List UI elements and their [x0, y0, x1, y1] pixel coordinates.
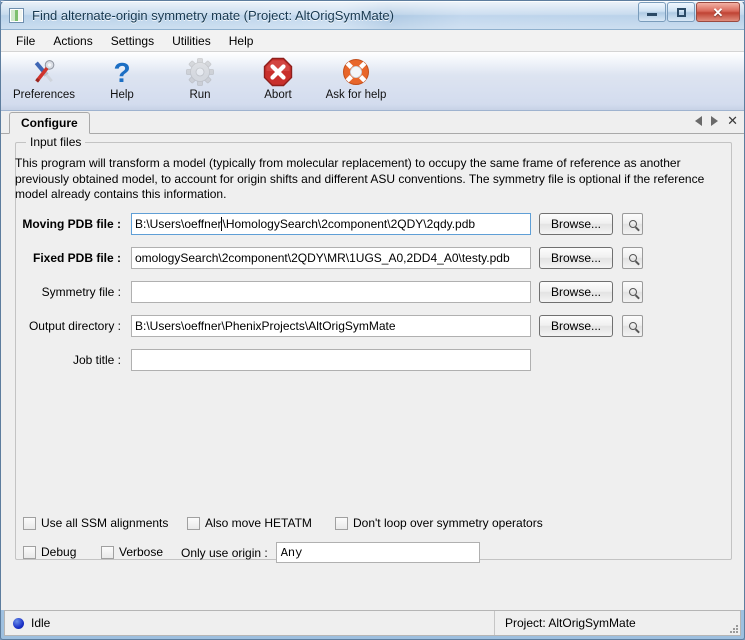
menu-item-file[interactable]: File: [7, 32, 44, 50]
field-row-moving-pdb: Moving PDB file : B:\Users\oeffner \Homol…: [1, 212, 744, 236]
svg-text:?: ?: [113, 57, 130, 87]
tab-controls: ✕: [695, 114, 738, 127]
label-symmetry-file: Symmetry file :: [41, 285, 121, 299]
input-only-use-origin[interactable]: Any: [275, 542, 480, 563]
maximize-button[interactable]: [667, 2, 695, 22]
browse-button-moving-pdb[interactable]: Browse...: [539, 213, 613, 235]
status-left: Idle: [5, 611, 494, 635]
status-indicator-icon: [13, 617, 24, 629]
scroll-tabs-left-icon[interactable]: [695, 115, 703, 126]
checkbox-box[interactable]: [187, 516, 200, 530]
tab-configure[interactable]: Configure: [9, 112, 90, 134]
status-project-text: Project: AltOrigSymMate: [505, 616, 636, 630]
preview-button-fixed-pdb[interactable]: [622, 247, 643, 269]
tools-icon: [28, 56, 60, 88]
close-icon: ✕: [712, 4, 724, 20]
close-tab-icon[interactable]: ✕: [727, 114, 738, 127]
field-row-job-title: Job title :: [1, 348, 744, 372]
field-row-symmetry-file: Symmetry file : Browse...: [1, 280, 744, 304]
toolbar: Preferences ? Help Run Abort Ask for hel…: [1, 52, 744, 111]
checkbox-label: Verbose: [119, 545, 164, 559]
toolbar-label-abort: Abort: [264, 89, 292, 101]
checkbox-label: Debug: [41, 545, 77, 559]
text-caret: [221, 217, 223, 231]
input-job-title[interactable]: [131, 349, 531, 371]
field-row-output-directory: Output directory : B:\Users\oeffner\Phen…: [1, 314, 744, 338]
resize-grip-icon[interactable]: [728, 623, 738, 633]
life-ring-icon: [340, 56, 372, 88]
magnifier-icon: [628, 288, 637, 296]
checkbox-box[interactable]: [101, 545, 114, 559]
input-output-directory[interactable]: B:\Users\oeffner\PhenixProjects\AltOrigS…: [131, 315, 531, 337]
label-job-title: Job title :: [72, 353, 121, 367]
checkbox-box[interactable]: [23, 545, 36, 559]
toolbar-button-preferences[interactable]: Preferences: [5, 52, 83, 108]
magnifier-icon: [628, 254, 637, 262]
description-text: This program will transform a model (typ…: [15, 156, 705, 201]
menu-item-help[interactable]: Help: [220, 32, 263, 50]
application-window: Find alternate-origin symmetry mate (Pro…: [0, 0, 745, 640]
menu-item-settings[interactable]: Settings: [102, 32, 163, 50]
label-only-use-origin: Only use origin :: [181, 545, 268, 560]
maximize-icon: [676, 7, 686, 17]
label-fixed-pdb: Fixed PDB file :: [32, 251, 121, 265]
preview-button-symmetry-file[interactable]: [622, 281, 643, 303]
toolbar-button-run[interactable]: Run: [161, 52, 239, 108]
app-icon: [9, 7, 24, 23]
preview-button-output-directory[interactable]: [622, 315, 643, 337]
question-mark-icon: ?: [106, 56, 138, 88]
status-bar: Idle Project: AltOrigSymMate: [4, 610, 741, 636]
checkbox-box[interactable]: [23, 516, 36, 530]
status-project: Project: AltOrigSymMate: [494, 611, 740, 635]
minimize-icon: [647, 13, 657, 16]
input-moving-pdb[interactable]: B:\Users\oeffner \HomologySearch\2compone…: [131, 213, 531, 235]
close-button[interactable]: ✕: [696, 2, 740, 22]
scroll-tabs-right-icon[interactable]: [711, 115, 719, 126]
menu-item-utilities[interactable]: Utilities: [163, 32, 220, 50]
checkbox-use-all-ssm-alignments[interactable]: Use all SSM alignments: [23, 516, 168, 530]
input-symmetry-file[interactable]: [131, 281, 531, 303]
toolbar-button-help[interactable]: ? Help: [83, 52, 161, 108]
checkbox-box[interactable]: [335, 516, 348, 530]
tab-strip: Configure ✕: [1, 111, 744, 134]
input-moving-pdb-value-post: \HomologySearch\2component\2QDY\2qdy.pdb: [222, 217, 476, 231]
field-row-fixed-pdb: Fixed PDB file : omologySearch\2componen…: [1, 246, 744, 270]
preview-button-moving-pdb[interactable]: [622, 213, 643, 235]
window-title: Find alternate-origin symmetry mate (Pro…: [32, 7, 394, 23]
toolbar-label-run: Run: [189, 89, 211, 101]
input-moving-pdb-value-pre: B:\Users\oeffner: [135, 217, 222, 231]
main-panel: Input files This program will transform …: [1, 134, 744, 610]
toolbar-button-ask-for-help[interactable]: Ask for help: [317, 52, 395, 108]
browse-button-fixed-pdb[interactable]: Browse...: [539, 247, 613, 269]
input-fixed-pdb[interactable]: omologySearch\2component\2QDY\MR\1UGS_A0…: [131, 247, 531, 269]
checkbox-label: Also move HETATM: [205, 516, 312, 530]
minimize-button[interactable]: [638, 2, 666, 22]
origin-field-row: Only use origin : Any: [161, 542, 480, 563]
browse-button-output-directory[interactable]: Browse...: [539, 315, 613, 337]
checkbox-label: Use all SSM alignments: [41, 516, 169, 530]
status-text: Idle: [31, 616, 51, 630]
checkbox-dont-loop-over-symmetry-operators[interactable]: Don't loop over symmetry operators: [335, 516, 543, 530]
group-legend-input-files: Input files: [26, 135, 86, 149]
toolbar-label-ask-for-help: Ask for help: [325, 89, 387, 101]
toolbar-label-preferences: Preferences: [12, 89, 75, 101]
label-moving-pdb: Moving PDB file :: [22, 217, 121, 231]
toolbar-label-help: Help: [110, 89, 134, 101]
title-bar: Find alternate-origin symmetry mate (Pro…: [1, 1, 744, 30]
magnifier-icon: [628, 220, 637, 228]
magnifier-icon: [628, 322, 637, 330]
stop-sign-icon: [262, 56, 294, 88]
checkbox-verbose[interactable]: Verbose: [101, 545, 163, 559]
toolbar-button-abort[interactable]: Abort: [239, 52, 317, 108]
caption-buttons: ✕: [638, 2, 740, 22]
checkbox-also-move-hetatm[interactable]: Also move HETATM: [187, 516, 312, 530]
label-output-directory: Output directory :: [28, 319, 121, 333]
checkbox-debug[interactable]: Debug: [23, 545, 76, 559]
checkbox-label: Don't loop over symmetry operators: [353, 516, 543, 530]
browse-button-symmetry-file[interactable]: Browse...: [539, 281, 613, 303]
menu-bar: File Actions Settings Utilities Help: [1, 30, 744, 52]
menu-item-actions[interactable]: Actions: [44, 32, 101, 50]
gear-icon: [184, 56, 216, 88]
